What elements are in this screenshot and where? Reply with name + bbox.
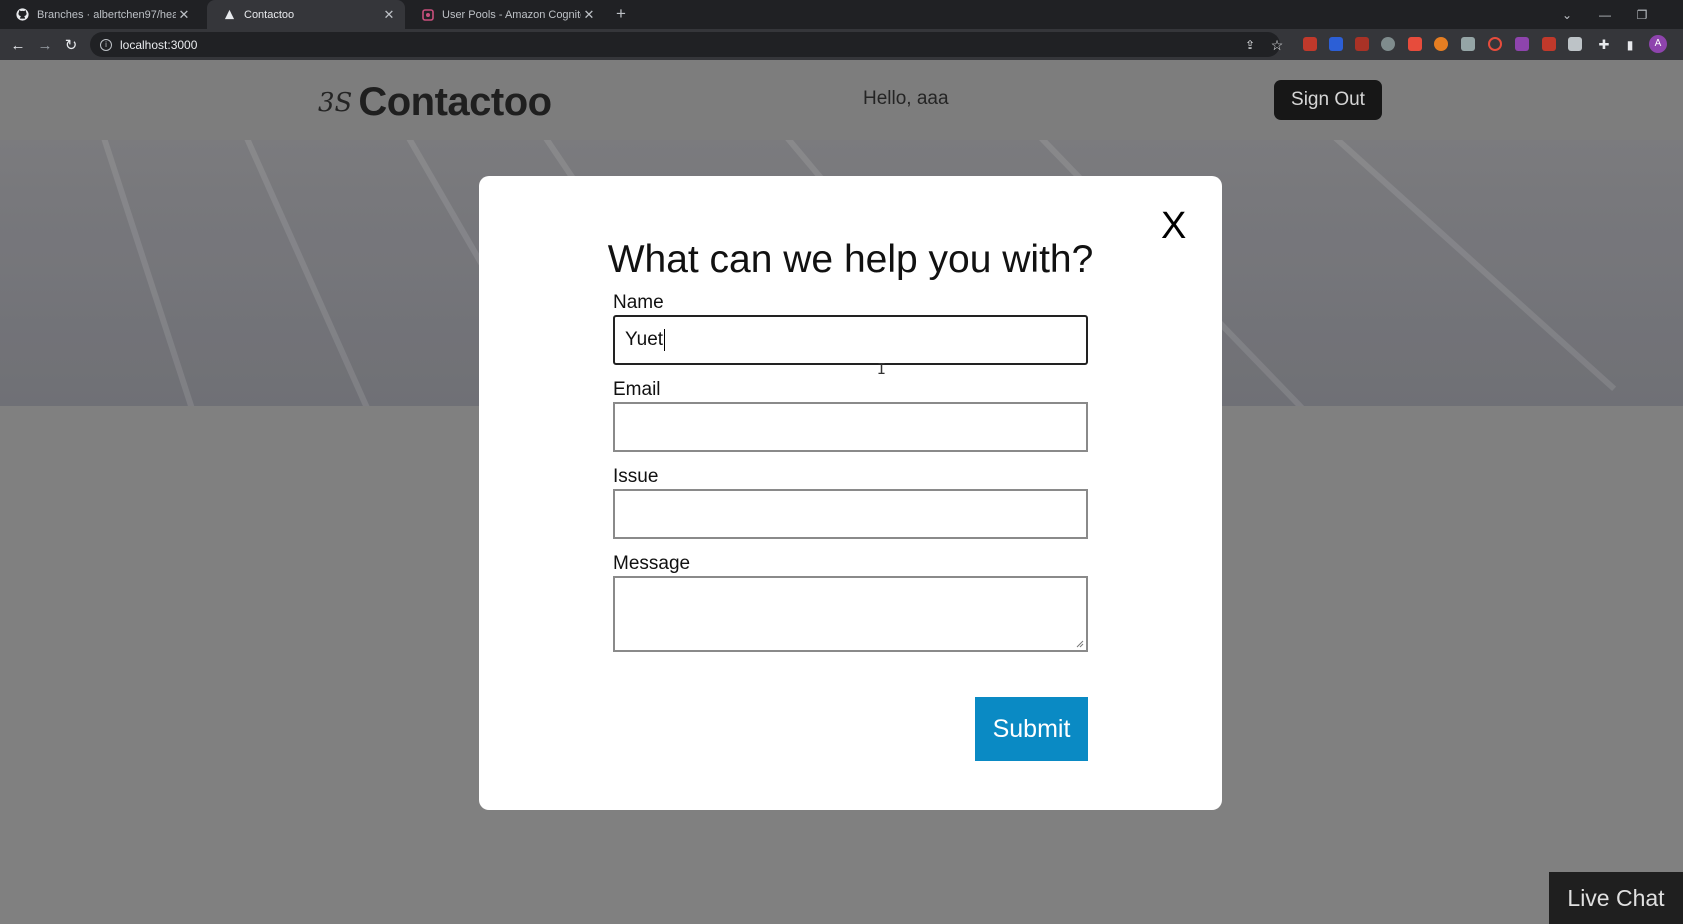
text-caret xyxy=(664,329,666,351)
side-panel-icon[interactable]: ▮ xyxy=(1619,34,1641,56)
issue-label: Issue xyxy=(613,466,659,487)
email-label: Email xyxy=(613,379,661,400)
tab-contactoo[interactable]: Contactoo ✕ xyxy=(207,0,405,29)
live-chat-button[interactable]: Live Chat xyxy=(1549,872,1683,924)
extension-icon[interactable] xyxy=(1381,37,1395,51)
block-extension-icon[interactable] xyxy=(1488,37,1502,51)
browser-tab-bar: Branches · albertchen97/headsta ✕ Contac… xyxy=(0,0,1683,29)
share-icon[interactable]: ⇪ xyxy=(1239,34,1261,56)
extension-icon[interactable] xyxy=(1434,37,1448,51)
minimize-icon[interactable]: — xyxy=(1587,0,1623,29)
triangle-icon xyxy=(223,8,236,21)
forward-icon[interactable]: → xyxy=(34,34,56,56)
extension-icon[interactable] xyxy=(1542,37,1556,51)
ublock-extension-icon[interactable] xyxy=(1303,37,1317,51)
cognito-icon xyxy=(421,8,434,21)
name-input[interactable]: Yuet xyxy=(613,315,1088,365)
tab-search-icon[interactable]: ⌄ xyxy=(1549,0,1585,29)
extensions-puzzle-icon[interactable]: ✚ xyxy=(1593,34,1615,56)
tab-title: Branches · albertchen97/headsta xyxy=(37,8,176,21)
address-bar[interactable]: i localhost:3000 xyxy=(90,32,1280,57)
extension-icon[interactable] xyxy=(1461,37,1475,51)
issue-input[interactable] xyxy=(613,489,1088,539)
tab-close-icon[interactable]: ✕ xyxy=(381,7,397,23)
extension-icon[interactable] xyxy=(1568,37,1582,51)
tab-title: User Pools - Amazon Cognito xyxy=(442,8,581,21)
site-info-icon[interactable]: i xyxy=(100,38,112,51)
text-cursor-icon: I xyxy=(877,360,887,378)
github-icon xyxy=(16,8,29,21)
message-label: Message xyxy=(613,553,691,574)
extension-icon[interactable] xyxy=(1355,37,1369,51)
email-input[interactable] xyxy=(613,402,1088,452)
name-label: Name xyxy=(613,292,664,313)
back-icon[interactable]: ← xyxy=(7,34,29,56)
browser-toolbar: ← → ↻ i localhost:3000 ⇪ ☆ ✚ ▮ A xyxy=(0,29,1683,60)
extension-icon[interactable] xyxy=(1515,37,1529,51)
bookmark-star-icon[interactable]: ☆ xyxy=(1266,34,1288,56)
page: 3S Contactoo Hello, aaa Sign Out X What … xyxy=(0,60,1683,924)
extension-icon[interactable] xyxy=(1408,37,1422,51)
name-input-value: Yuet xyxy=(625,329,664,350)
tab-user-pools[interactable]: User Pools - Amazon Cognito ✕ xyxy=(405,0,605,29)
resize-handle-icon[interactable] xyxy=(1076,640,1084,648)
profile-avatar[interactable]: A xyxy=(1649,35,1667,53)
restore-icon[interactable]: ❐ xyxy=(1624,0,1660,29)
contact-modal: X What can we help you with? Name Yuet I… xyxy=(479,176,1222,810)
reload-icon[interactable]: ↻ xyxy=(60,34,82,56)
tab-title: Contactoo xyxy=(244,8,295,21)
message-textarea[interactable] xyxy=(613,576,1088,652)
bitwarden-extension-icon[interactable] xyxy=(1329,37,1343,51)
tab-github-branches[interactable]: Branches · albertchen97/headsta ✕ xyxy=(0,0,200,29)
submit-button[interactable]: Submit xyxy=(975,697,1088,761)
url-text: localhost:3000 xyxy=(120,37,198,52)
modal-title: What can we help you with? xyxy=(607,238,1094,281)
tab-close-icon[interactable]: ✕ xyxy=(581,7,597,23)
tab-close-icon[interactable]: ✕ xyxy=(176,7,192,23)
new-tab-button[interactable]: + xyxy=(611,4,631,24)
